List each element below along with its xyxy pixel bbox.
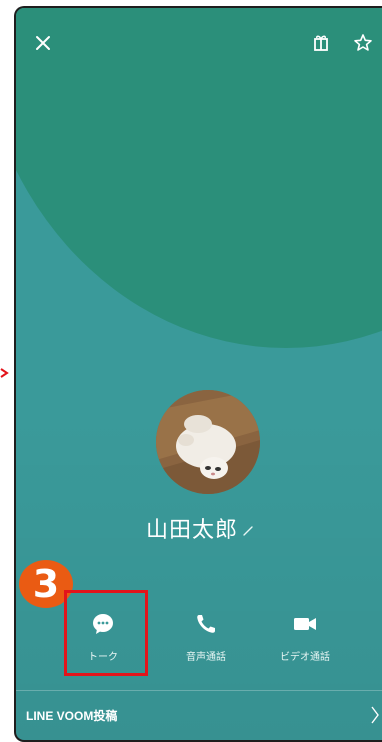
chevron-right-icon: [371, 706, 379, 724]
profile-background: [16, 8, 382, 348]
line-voom-posts-label: LINE VOOM投稿: [26, 709, 118, 723]
gift-icon: [314, 35, 328, 51]
close-icon: [36, 36, 50, 50]
star-icon: [354, 34, 372, 51]
video-camera-icon: [294, 618, 316, 630]
profile-actions: トーク 音声通話 ビデオ通話: [16, 604, 382, 674]
cat-photo: [156, 390, 260, 494]
talk-button[interactable]: トーク: [58, 604, 148, 674]
voice-call-button[interactable]: 音声通話: [161, 604, 251, 674]
profile-avatar[interactable]: [156, 390, 260, 494]
favorite-button[interactable]: [350, 30, 376, 56]
red-arrow-marker: [0, 368, 9, 378]
edit-pencil-icon[interactable]: [242, 525, 254, 537]
chat-bubble-icon: [93, 614, 113, 634]
phone-screen: 山田太郎 3 トーク 音声通話 ビデオ通話 LINE VOOM投稿: [14, 6, 382, 742]
gift-button[interactable]: [308, 30, 334, 56]
voice-call-label: 音声通話: [186, 652, 226, 663]
phone-icon: [197, 615, 215, 633]
close-button[interactable]: [30, 30, 56, 56]
video-call-label: ビデオ通話: [280, 652, 330, 663]
line-voom-posts-row[interactable]: LINE VOOM投稿: [16, 691, 382, 740]
talk-label: トーク: [88, 652, 118, 663]
profile-name-row[interactable]: 山田太郎: [16, 512, 382, 544]
video-call-button[interactable]: ビデオ通話: [260, 604, 350, 674]
profile-name: 山田太郎: [145, 518, 238, 543]
